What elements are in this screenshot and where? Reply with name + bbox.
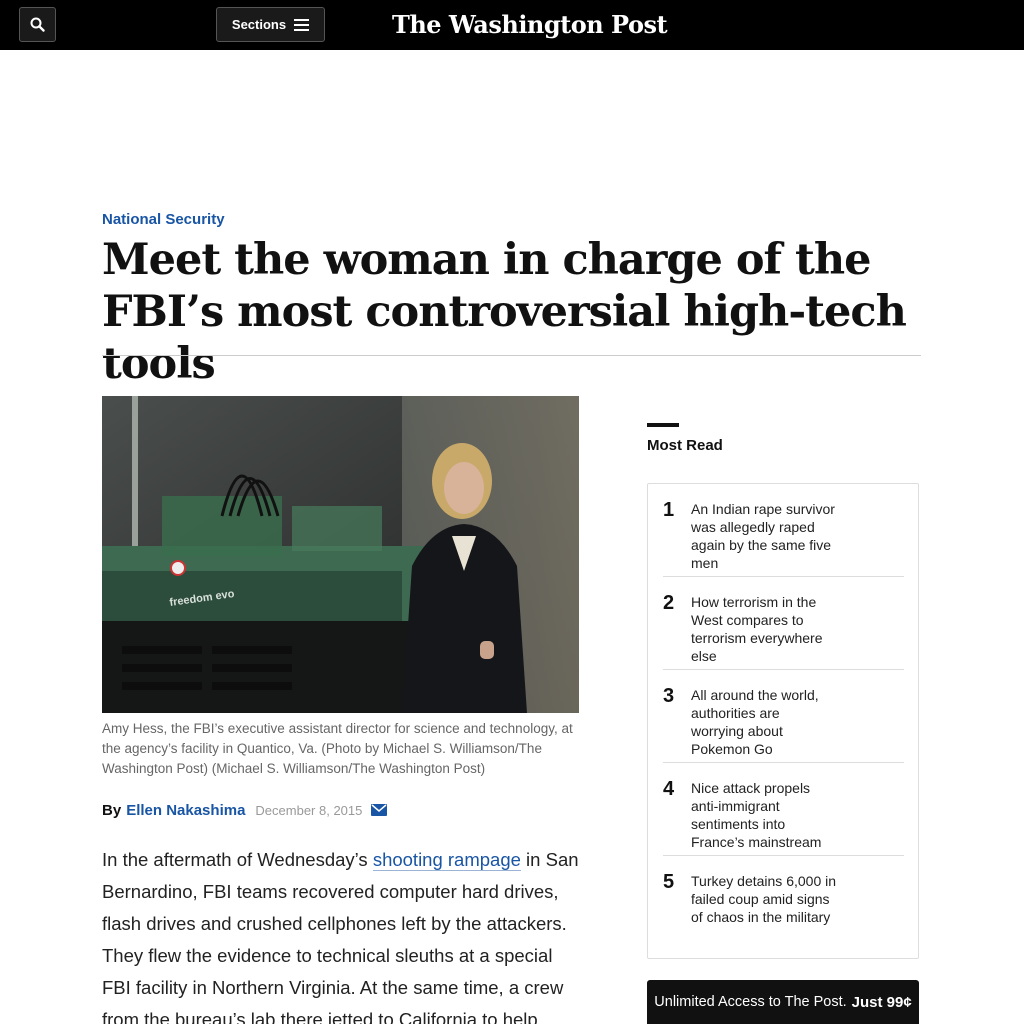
most-read-item[interactable]: 5 Turkey detains 6,000 in failed coup am… [663, 856, 904, 949]
byline: By Ellen Nakashima December 8, 2015 [102, 800, 388, 820]
most-read-item[interactable]: 2 How terrorism in the West compares to … [663, 577, 904, 670]
most-read-list: 1 An Indian rape survivor was allegedly … [647, 483, 919, 959]
most-read-item[interactable]: 4 Nice attack propels anti-immigrant sen… [663, 763, 904, 856]
article-paragraph: In the aftermath of Wednesday’s shooting… [102, 844, 584, 1024]
photo-caption: Amy Hess, the FBI’s executive assistant … [102, 721, 573, 776]
most-read-headline[interactable]: Turkey detains 6,000 in failed coup amid… [691, 872, 836, 926]
article-headline: Meet the woman in charge of the FBI’s mo… [102, 235, 907, 389]
lead-photo: freedom evo [102, 396, 579, 713]
most-read-headline[interactable]: Nice attack propels anti-immigrant senti… [691, 779, 836, 851]
promo-price: Just 99¢ [851, 993, 912, 1011]
masthead-logo[interactable]: The Washington Post [392, 8, 668, 42]
envelope-icon[interactable] [371, 804, 388, 816]
rank-number: 5 [663, 871, 675, 893]
paragraph-text: in San Bernardino, FBI teams recovered c… [102, 849, 579, 1024]
most-read-item[interactable]: 1 An Indian rape survivor was allegedly … [663, 484, 904, 577]
most-read-item[interactable]: 3 All around the world, authorities are … [663, 670, 904, 763]
most-read-accent-rule [647, 423, 679, 427]
search-icon [30, 17, 45, 32]
rank-number: 4 [663, 778, 675, 800]
top-navigation-bar: Sections The Washington Post [0, 0, 1024, 50]
most-read-headline[interactable]: An Indian rape survivor was allegedly ra… [691, 500, 836, 572]
hamburger-icon [294, 18, 310, 31]
promo-text: Unlimited Access to The Post. [654, 994, 847, 1010]
shooting-rampage-link[interactable]: shooting rampage [372, 849, 521, 871]
rank-number: 2 [663, 592, 675, 614]
rank-number: 1 [663, 499, 675, 521]
rank-number: 3 [663, 685, 675, 707]
headline-divider [102, 355, 921, 356]
subscription-promo-button[interactable]: Unlimited Access to The Post. Just 99¢ [647, 980, 919, 1024]
sections-menu-button[interactable]: Sections [216, 7, 325, 42]
author-link[interactable]: Ellen Nakashima [126, 802, 245, 819]
article-body: In the aftermath of Wednesday’s shooting… [102, 844, 584, 1024]
search-button[interactable] [19, 7, 56, 42]
paragraph-text: In the aftermath of Wednesday’s [102, 849, 373, 870]
most-read-title: Most Read [647, 437, 723, 454]
sections-label: Sections [231, 17, 287, 32]
section-kicker[interactable]: National Security [102, 211, 225, 228]
publish-date: December 8, 2015 [255, 802, 363, 818]
byline-prefix: By [102, 801, 122, 819]
most-read-headline[interactable]: How terrorism in the West compares to te… [691, 593, 836, 665]
most-read-headline[interactable]: All around the world, authorities are wo… [691, 686, 836, 758]
